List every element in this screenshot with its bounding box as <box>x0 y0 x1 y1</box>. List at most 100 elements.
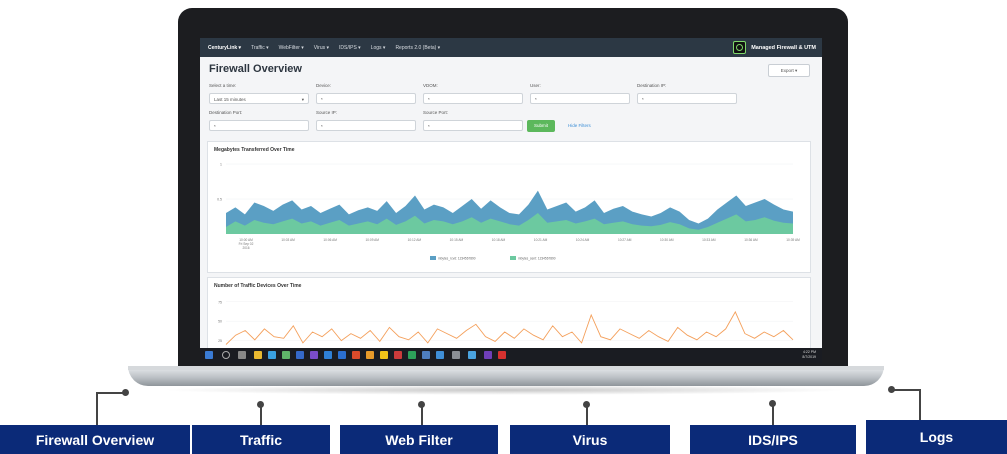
brand-name: Managed Firewall & UTM <box>751 44 816 51</box>
x-tick-label: 10:15 AM <box>450 238 464 242</box>
y-tick-label: 25 <box>218 339 222 343</box>
dest-ip-label: Destination IP: <box>637 83 667 88</box>
start-icon[interactable] <box>205 351 213 359</box>
source-ip-input[interactable]: * <box>316 120 416 131</box>
line-series-1 <box>225 310 794 345</box>
nav-item-centurylink[interactable]: CenturyLink ▾ <box>208 45 241 51</box>
submit-button[interactable]: Submit <box>527 120 555 132</box>
time-select[interactable]: Last 15 minutes ▾ <box>209 93 309 104</box>
connector-dot <box>583 401 590 408</box>
x-tick-label: 10:30 AM <box>660 238 674 242</box>
megabytes-chart: 10.510:00 AM 10:03 AM 10:06 AM 10:09 AM 10:1… <box>217 163 800 261</box>
excel-icon[interactable] <box>408 351 416 359</box>
edge-icon[interactable] <box>268 351 276 359</box>
app-icon-8[interactable] <box>436 351 444 359</box>
legend-swatch <box>510 256 516 260</box>
taskbar-clock: 4:22 PM 8/7/2019 <box>802 350 816 360</box>
hide-filters-link[interactable]: Hide Filters <box>568 123 591 128</box>
word-icon[interactable] <box>338 351 346 359</box>
connector-dot <box>888 386 895 393</box>
powerpoint-icon[interactable] <box>352 351 360 359</box>
x-tick-label: 10:03 AM <box>281 238 295 242</box>
dest-ip-input[interactable]: * <box>637 93 737 104</box>
brand-logo-icon <box>733 41 747 54</box>
tag-firewall-overview[interactable]: Firewall Overview <box>0 425 190 454</box>
x-tick-label: 10:18 AM <box>492 238 506 242</box>
tag-traffic[interactable]: Traffic <box>192 425 330 454</box>
devices-chart: 75 50 25 <box>218 300 794 345</box>
dest-port-input[interactable]: * <box>209 120 309 131</box>
top-navigation: CenturyLink ▾ Traffic ▾ WebFilter ▾ Viru… <box>200 38 822 57</box>
laptop-base-edge <box>128 366 884 370</box>
vdom-label: VDOM: <box>423 83 438 88</box>
x-tick-label: 10:09 AM <box>365 238 379 242</box>
user-input[interactable]: * <box>530 93 630 104</box>
nav-item-traffic[interactable]: Traffic ▾ <box>251 45 269 51</box>
connector-dot <box>418 401 425 408</box>
dest-port-label: Destination Port: <box>209 110 243 115</box>
connector-logs <box>919 389 921 421</box>
vdom-input[interactable]: * <box>423 93 523 104</box>
laptop-screen: CenturyLink ▾ Traffic ▾ WebFilter ▾ Viru… <box>200 38 822 363</box>
task-view-icon[interactable] <box>238 351 246 359</box>
outlook-icon[interactable] <box>324 351 332 359</box>
legend-label: mbytes_rcvd: 1234567890 <box>438 257 476 261</box>
connector-dot <box>122 389 129 396</box>
file-explorer-icon[interactable] <box>254 351 262 359</box>
app-icon-4[interactable] <box>366 351 374 359</box>
app-icon-5[interactable] <box>380 351 388 359</box>
y-tick-label: 50 <box>218 320 222 324</box>
app-icon-6[interactable] <box>394 351 402 359</box>
clock-date: 8/7/2019 <box>802 355 816 359</box>
nav-item-virus[interactable]: Virus ▾ <box>314 45 329 51</box>
chrome-icon[interactable] <box>468 351 476 359</box>
x-tick-label: 10:39 AM <box>786 238 800 242</box>
x-tick-label: 10:36 AM <box>744 238 758 242</box>
user-label: User: <box>530 83 541 88</box>
connector-firewall-overview <box>96 392 98 425</box>
x-tick-sublabel: 2016 <box>242 246 249 250</box>
x-tick-label: 10:24 AM <box>576 238 590 242</box>
source-port-input[interactable]: * <box>423 120 523 131</box>
tag-virus[interactable]: Virus <box>510 425 670 454</box>
app-icon-2[interactable] <box>296 351 304 359</box>
export-button[interactable]: Export ▾ <box>768 64 810 77</box>
app-icon-11[interactable] <box>498 351 506 359</box>
y-tick-label: 0.5 <box>217 198 222 202</box>
app-icon-10[interactable] <box>484 351 492 359</box>
chevron-down-icon: ▾ <box>301 97 304 102</box>
legend-label: mbytes_sent: 1234567890 <box>518 257 556 261</box>
laptop-shadow <box>160 385 850 395</box>
y-tick-label: 75 <box>218 300 222 304</box>
app-icon-9[interactable] <box>452 351 460 359</box>
connector-dot <box>257 401 264 408</box>
x-tick-label: 10:06 AM <box>323 238 337 242</box>
x-tick-label: 10:27 AM <box>618 238 632 242</box>
tag-web-filter[interactable]: Web Filter <box>340 425 498 454</box>
time-select-value: Last 15 minutes <box>214 97 246 102</box>
x-tick-label: 10:33 AM <box>702 238 716 242</box>
x-tick-label: 10:21 AM <box>534 238 548 242</box>
search-icon[interactable] <box>222 351 230 359</box>
y-tick-label: 1 <box>220 163 222 167</box>
device-input[interactable]: * <box>316 93 416 104</box>
connector-logs-h <box>893 389 920 391</box>
device-label: Device: <box>316 83 332 88</box>
source-ip-label: Source IP: <box>316 110 338 115</box>
source-port-label: Source Port: <box>423 110 449 115</box>
tag-idsips[interactable]: IDS/IPS <box>690 425 856 454</box>
app-icon-7[interactable] <box>422 351 430 359</box>
time-label: Select a time: <box>209 83 237 88</box>
tag-logs[interactable]: Logs <box>866 420 1007 454</box>
x-tick-label: 10:12 AM <box>408 238 422 242</box>
nav-item-reports[interactable]: Reports 2.0 (Beta) ▾ <box>395 45 440 51</box>
legend-swatch <box>430 256 436 260</box>
app-icon-1[interactable] <box>282 351 290 359</box>
nav-item-idsips[interactable]: IDS/IPS ▾ <box>339 45 361 51</box>
nav-item-webfilter[interactable]: WebFilter ▾ <box>279 45 304 51</box>
windows-taskbar: 4:22 PM 8/7/2019 <box>200 348 822 363</box>
nav-item-logs[interactable]: Logs ▾ <box>371 45 386 51</box>
app-icon-3[interactable] <box>310 351 318 359</box>
megabytes-chart-panel: Megabytes Transferred Over Time 1 0.5 10:0… <box>207 141 811 273</box>
connector-dot <box>769 400 776 407</box>
